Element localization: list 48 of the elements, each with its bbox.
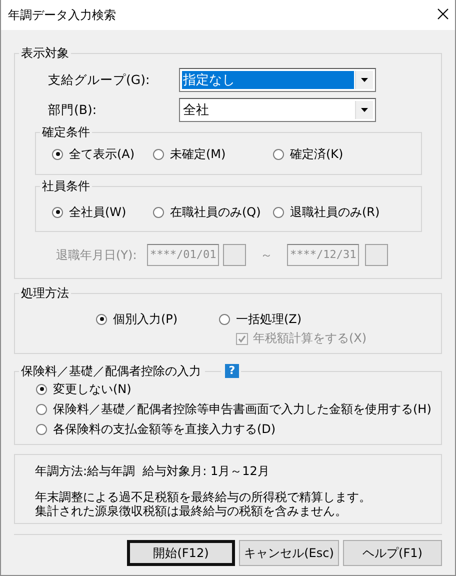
- dialog-button[interactable]: ヘルプ(F1): [343, 540, 442, 566]
- radio-button[interactable]: [36, 404, 47, 414]
- dialog-button[interactable]: キャンセル(Esc): [239, 540, 339, 566]
- date-picker-button[interactable]: [223, 244, 246, 266]
- radio-button[interactable]: [36, 424, 47, 434]
- dropdown-field[interactable]: 指定なし: [182, 71, 354, 89]
- radio-button[interactable]: [52, 206, 63, 218]
- radio-button[interactable]: [219, 314, 230, 324]
- radio-label: 確定済(K): [290, 146, 344, 162]
- radio-label: 変更しない(N): [53, 380, 132, 398]
- radio-label: 全社員(W): [69, 204, 126, 220]
- radio-label: 一括処理(Z): [236, 310, 302, 328]
- dropdown-button[interactable]: [355, 101, 373, 119]
- date-picker-button[interactable]: [365, 244, 388, 266]
- summary-text: 年調方法:給与年調 給与対象月: 1月～12月: [35, 463, 270, 480]
- radio-button[interactable]: [36, 384, 47, 394]
- radio-button[interactable]: [52, 148, 63, 160]
- group-title: 保険料／基礎／配偶者控除の入力: [21, 364, 201, 378]
- dropdown-button[interactable]: [355, 71, 373, 89]
- radio-label: 退職社員のみ(R): [290, 204, 380, 220]
- close-icon: [437, 8, 449, 20]
- radio-label: 保険料／基礎／配偶者控除等申告書画面で入力した金額を使用する(H): [53, 400, 432, 418]
- info-text: 集計された源泉徴収税額は最終給与の税額を含みません。: [35, 504, 348, 518]
- radio-label: 各保険料の支払金額等を直接入力する(D): [53, 420, 276, 438]
- group-title: 確定条件: [42, 125, 90, 139]
- radio-label: 全て表示(A): [69, 146, 135, 162]
- radio-label: 個別入力(P): [113, 310, 178, 328]
- help-button[interactable]: ?: [225, 364, 239, 378]
- window-title: 年調データ入力検索: [8, 6, 116, 24]
- group-title: 処理方法: [21, 286, 69, 300]
- group-title: 社員条件: [42, 179, 90, 193]
- caret-icon: [361, 78, 368, 82]
- field-label: 部門(B):: [48, 102, 98, 118]
- radio-label: 在職社員のみ(Q): [170, 204, 261, 220]
- radio-button[interactable]: [273, 206, 284, 218]
- radio-button[interactable]: [96, 314, 107, 324]
- radio-button[interactable]: [153, 148, 164, 160]
- radio-button[interactable]: [153, 206, 164, 218]
- group-title: 表示対象: [21, 46, 69, 60]
- caret-icon: [361, 108, 368, 112]
- checkbox-label: 年税額計算をする(X): [253, 330, 367, 347]
- radio-label: 未確定(M): [170, 146, 226, 162]
- radio-button[interactable]: [273, 148, 284, 160]
- field-label: 退職年月日(Y):: [56, 246, 138, 264]
- info-text: 年末調整による過不足税額を最終給与の所得税で精算します。: [35, 490, 372, 504]
- dialog-button[interactable]: 開始(F12): [127, 540, 235, 566]
- range-separator: ～: [260, 246, 274, 264]
- field-label: 支給グループ(G):: [48, 72, 151, 88]
